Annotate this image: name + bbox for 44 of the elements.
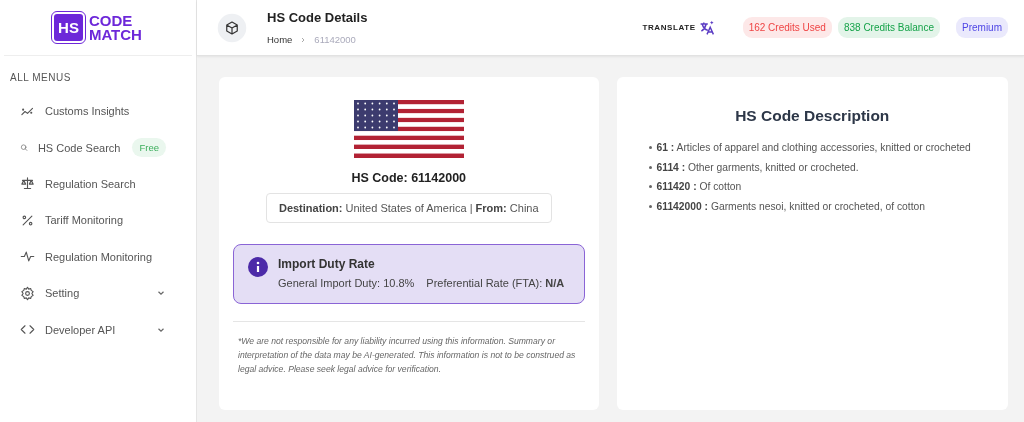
flag-icon — [353, 100, 464, 158]
credit-badge: Premium — [956, 17, 1008, 38]
breadcrumb-link[interactable]: Home — [267, 34, 293, 45]
description-title: HS Code Description — [734, 107, 891, 125]
breadcrumb-current: 61142000 — [314, 34, 356, 45]
bullet-icon — [648, 204, 652, 208]
menu-label: Developer API — [45, 323, 116, 336]
sidebar-item[interactable]: Regulation Monitoring — [0, 238, 196, 275]
sidebar-item[interactable]: Regulation Search — [0, 165, 196, 203]
page-title: HS Code Details — [267, 10, 368, 25]
disclaimer: *We are not responsible for any liability incurred using this information. Summary or interpretation of the data may be AI-generated. This information is not to be construed as legal advice. Please seek legal advice for verification. — [237, 335, 577, 376]
sidebar-item[interactable]: Tariff Monitoring — [0, 202, 196, 239]
menu-label: Regulation Monitoring — [45, 250, 152, 263]
route-info: Destination: United States of America | From: China — [265, 193, 552, 223]
menu-label: Regulation Search — [45, 177, 136, 190]
translate-icon — [698, 19, 715, 36]
credit-badge: 162 Credits Used — [742, 17, 832, 38]
description-item: 61 : Articles of apparel and clothing accessories, knitted or crocheted — [656, 142, 971, 153]
duty-title: Import Duty Rate — [278, 257, 376, 271]
bullet-icon — [648, 185, 652, 189]
package-icon — [217, 12, 247, 43]
menu-label: Tariff Monitoring — [45, 214, 124, 227]
description-item: 611420 : Of cotton — [656, 181, 742, 193]
sidebar-item[interactable]: Developer API — [0, 311, 196, 348]
sidebar-item[interactable]: Customs Insights — [0, 93, 196, 130]
menu-label: Setting — [45, 287, 80, 300]
menu-label: Customs Insights — [45, 105, 130, 118]
free-badge: Free — [132, 138, 166, 158]
scales-icon — [20, 176, 35, 192]
settings-icon — [20, 285, 35, 301]
translate-button[interactable]: TRANSLATE — [642, 19, 715, 36]
description-item: 61142000 : Garments nesoi, knitted or crocheted, of cotton — [656, 200, 925, 212]
bullet-icon — [648, 146, 652, 149]
bullet-icon — [648, 165, 652, 169]
menu-heading: ALL MENUS — [9, 71, 72, 85]
info-icon — [248, 257, 268, 277]
sidebar-item[interactable]: HS Code Search Free — [0, 129, 196, 166]
menu-label: HS Code Search — [37, 141, 121, 154]
hs-code: HS Code: 61142000 — [351, 171, 467, 185]
sidebar-item[interactable]: Setting — [0, 274, 196, 312]
description-item: 6114 : Other garments, knitted or crocheted. — [656, 161, 859, 173]
preferential-rate: Preferential Rate (FTA): N/A — [426, 277, 565, 289]
credit-badge: 838 Credits Balance — [837, 17, 940, 38]
general-duty: General Import Duty: 10.8% — [278, 277, 415, 289]
